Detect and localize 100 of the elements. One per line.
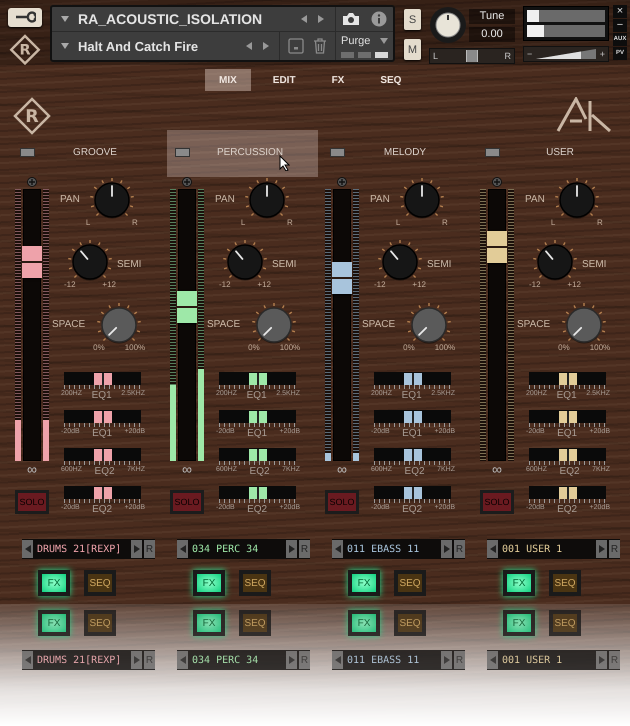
caret-icon[interactable] [380,36,388,44]
slider-thumb[interactable] [94,373,112,385]
right-arrow-icon[interactable] [317,15,325,23]
caret-icon[interactable] [61,15,69,23]
seq-button[interactable]: SEQ [84,570,116,596]
preset-name[interactable]: Halt And Catch Fire [78,38,236,54]
preset-selector[interactable]: DRUMS 21[REXP] R [22,650,155,670]
eq-slider[interactable] [529,486,606,499]
right-arrow-icon[interactable] [288,656,296,664]
slider-thumb[interactable] [94,487,112,499]
solo-button[interactable]: S [404,9,421,30]
slider-thumb[interactable] [404,449,422,461]
channel-name[interactable]: GROOVE [35,147,155,158]
slider-thumb[interactable] [558,449,576,461]
instrument-name[interactable]: RA_ACOUSTIC_ISOLATION [78,11,291,27]
slider-handle[interactable] [466,50,478,62]
slider-thumb[interactable] [404,373,422,385]
eq-slider[interactable] [219,410,296,423]
left-arrow-icon[interactable] [488,656,496,664]
eq-slider[interactable] [529,448,606,461]
left-arrow-icon[interactable] [178,545,186,553]
fader-thumb[interactable] [487,231,507,264]
eq-slider[interactable] [529,410,606,423]
slider-thumb[interactable] [404,487,422,499]
left-arrow-icon[interactable] [178,656,186,664]
fader-track[interactable] [333,189,351,461]
slider-thumb[interactable] [248,449,266,461]
preset-selector[interactable]: DRUMS 21[REXP] R [22,539,155,559]
slider-thumb[interactable] [94,411,112,423]
trash-icon[interactable] [313,38,327,54]
fader-track[interactable] [488,189,506,461]
eq-slider[interactable] [64,486,141,499]
slider-thumb[interactable] [558,373,576,385]
right-arrow-icon[interactable] [132,656,140,664]
preset-selector[interactable]: 001 USER 1 R [487,650,620,670]
link-button[interactable]: ∞ [492,462,502,476]
tab[interactable]: SEQ [366,69,416,91]
tab[interactable]: FX [318,69,358,91]
settings-button[interactable] [8,8,42,27]
reset-button[interactable]: R [299,540,310,558]
save-icon[interactable] [288,38,304,54]
right-arrow-icon[interactable] [132,545,140,553]
slider-thumb[interactable] [248,487,266,499]
seq-button[interactable]: SEQ [549,610,581,636]
slider-thumb[interactable] [94,449,112,461]
slider-thumb[interactable] [558,411,576,423]
right-arrow-icon[interactable] [598,545,606,553]
left-arrow-icon[interactable] [24,656,32,664]
fx-button[interactable]: FX [348,610,380,636]
camera-icon[interactable] [342,12,360,26]
eq-slider[interactable] [64,410,141,423]
fx-button[interactable]: FX [38,610,70,636]
right-arrow-icon[interactable] [442,656,450,664]
eq-slider[interactable] [219,486,296,499]
seq-button[interactable]: SEQ [239,570,271,596]
link-button[interactable]: ∞ [27,462,37,476]
fx-button[interactable]: FX [503,570,535,596]
tab[interactable]: EDIT [258,69,310,91]
fx-button[interactable]: FX [503,610,535,636]
purge-menu[interactable]: Purge [341,34,370,46]
slider-thumb[interactable] [404,411,422,423]
fader-track[interactable] [23,189,41,461]
preset-selector[interactable]: 034 PERC 34 R [177,539,310,559]
eq-slider[interactable] [64,448,141,461]
tune-knob[interactable] [429,6,467,44]
pan-slider[interactable]: L R [429,48,515,64]
fader-thumb[interactable] [332,262,352,294]
channel-name[interactable]: USER [500,147,620,158]
left-arrow-icon[interactable] [24,545,32,553]
eq-slider[interactable] [219,372,296,385]
preset-selector[interactable]: 001 USER 1 R [487,539,620,559]
eq-slider[interactable] [374,486,451,499]
seq-button[interactable]: SEQ [394,570,426,596]
channel-name[interactable]: PERCUSSION [190,147,310,158]
left-arrow-icon[interactable] [334,545,342,553]
eq-slider[interactable] [64,372,141,385]
seq-button[interactable]: SEQ [84,610,116,636]
left-arrow-icon[interactable] [245,42,253,50]
slider-thumb[interactable] [248,411,266,423]
caret-icon[interactable] [61,42,69,50]
left-arrow-icon[interactable] [300,15,308,23]
channel-name[interactable]: MELODY [345,147,465,158]
fx-button[interactable]: FX [193,610,225,636]
left-arrow-icon[interactable] [488,545,496,553]
left-arrow-icon[interactable] [334,656,342,664]
fader-thumb[interactable] [22,246,42,278]
right-arrow-icon[interactable] [442,545,450,553]
fx-button[interactable]: FX [348,570,380,596]
eq-slider[interactable] [529,372,606,385]
tune-value[interactable]: 0.00 [469,26,515,42]
preset-selector[interactable]: 034 PERC 34 R [177,650,310,670]
eq-slider[interactable] [374,448,451,461]
reset-button[interactable]: R [454,540,465,558]
slider-thumb[interactable] [248,373,266,385]
reset-button[interactable]: R [609,540,620,558]
eq-slider[interactable] [374,410,451,423]
fx-button[interactable]: FX [193,570,225,596]
preset-selector[interactable]: 011 EBASS 11 R [332,650,465,670]
link-button[interactable]: ∞ [182,462,192,476]
right-arrow-icon[interactable] [288,545,296,553]
